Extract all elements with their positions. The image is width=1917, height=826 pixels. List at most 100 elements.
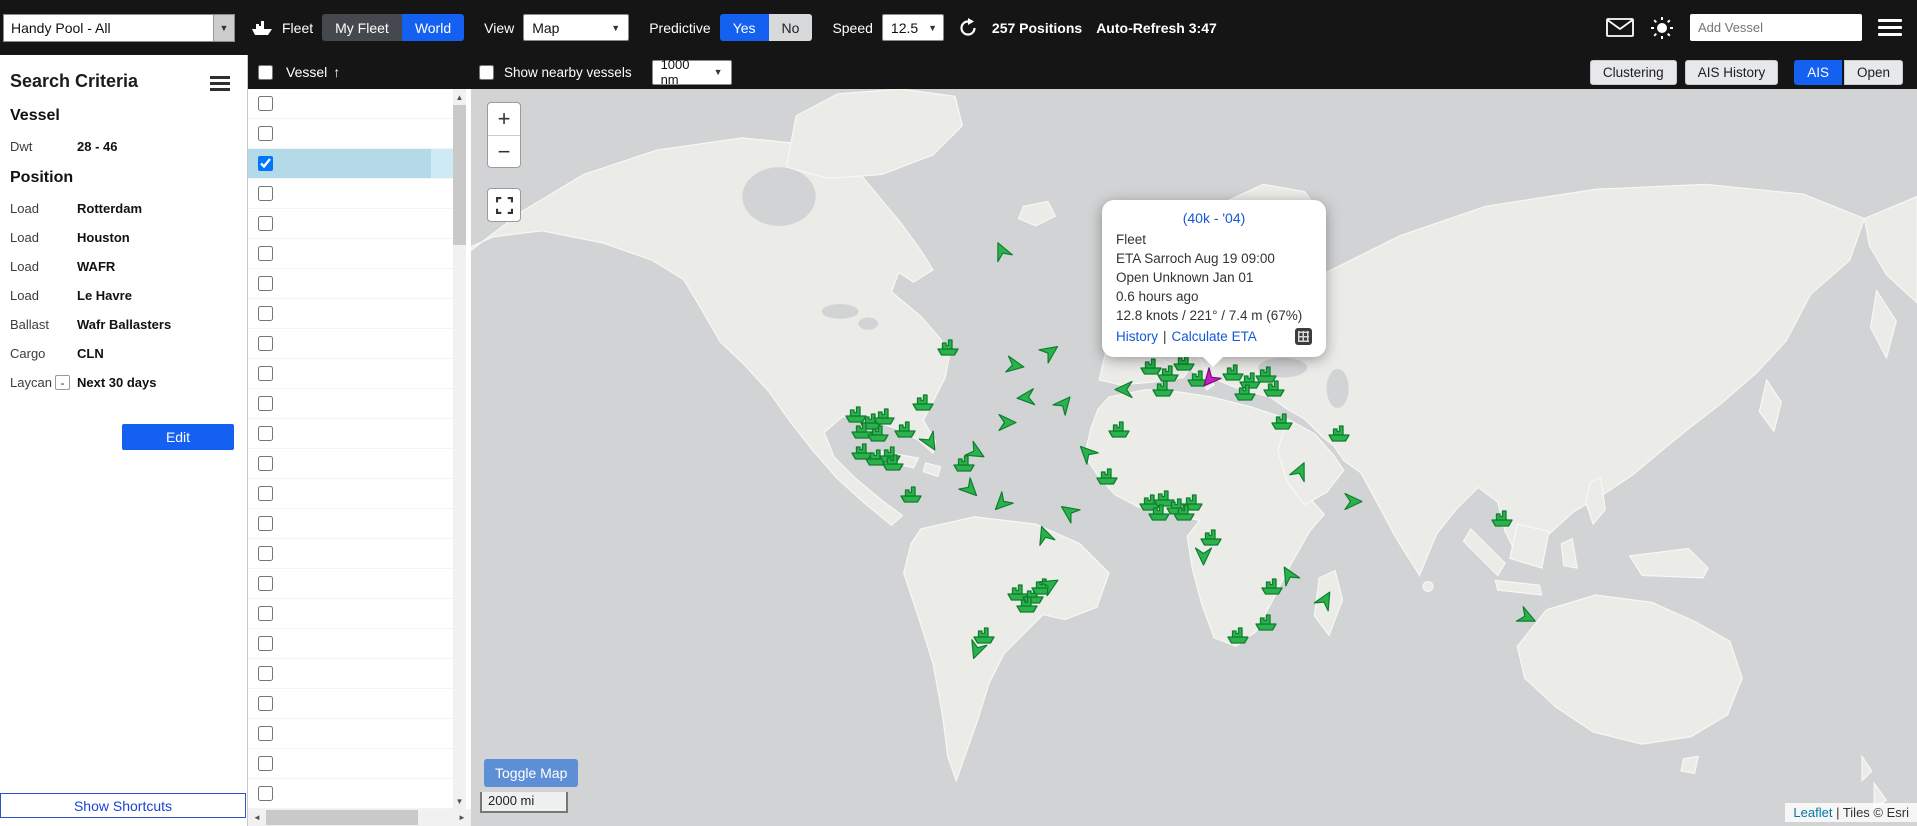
vessel-marker[interactable] <box>894 421 916 443</box>
vessel-marker[interactable] <box>1059 502 1078 526</box>
map-canvas[interactable]: + − (40k - '04) Fleet ETA Sarroch Aug 19… <box>471 89 1917 826</box>
vessel-row[interactable] <box>248 689 453 719</box>
vessel-row-checkbox[interactable] <box>258 156 273 171</box>
vessel-marker[interactable] <box>1108 421 1130 443</box>
vessel-row-checkbox[interactable] <box>258 606 273 621</box>
vessel-row-checkbox[interactable] <box>258 306 273 321</box>
vessel-row-checkbox[interactable] <box>258 216 273 231</box>
vessel-row-checkbox[interactable] <box>258 126 273 141</box>
vessel-marker[interactable] <box>1344 492 1363 516</box>
open-button[interactable]: Open <box>1844 60 1903 85</box>
select-all-checkbox[interactable] <box>258 65 273 80</box>
pool-select-arrow-icon[interactable] <box>213 15 234 41</box>
mail-icon[interactable] <box>1606 18 1634 37</box>
vessel-row-checkbox[interactable] <box>258 426 273 441</box>
vessel-row-checkbox[interactable] <box>258 516 273 531</box>
vessel-row-checkbox[interactable] <box>258 666 273 681</box>
vessel-marker[interactable] <box>992 241 1011 265</box>
vessel-row[interactable] <box>248 389 453 419</box>
menu-icon[interactable] <box>1878 19 1902 36</box>
add-vessel-input[interactable] <box>1690 14 1862 41</box>
my-fleet-button[interactable]: My Fleet <box>322 14 402 41</box>
vessel-marker[interactable] <box>1152 380 1174 402</box>
vessel-marker[interactable] <box>1055 394 1074 418</box>
popup-grid-icon[interactable] <box>1295 328 1312 345</box>
vessel-row[interactable] <box>248 479 453 509</box>
vessel-marker[interactable] <box>1016 388 1035 412</box>
vessel-marker[interactable] <box>1491 510 1513 532</box>
selected-vessel-marker[interactable] <box>1200 370 1219 394</box>
vessel-marker[interactable] <box>1518 608 1537 632</box>
horizontal-scroll-thumb[interactable] <box>266 810 418 825</box>
ais-button[interactable]: AIS <box>1794 60 1842 85</box>
scroll-right-icon[interactable] <box>454 809 470 826</box>
vessel-marker[interactable] <box>967 443 986 467</box>
vessel-marker[interactable] <box>967 641 986 665</box>
view-select[interactable]: Map <box>523 14 629 41</box>
show-shortcuts-button[interactable]: Show Shortcuts <box>0 793 246 818</box>
criteria-menu-icon[interactable] <box>210 76 230 91</box>
vessel-row-checkbox[interactable] <box>258 96 273 111</box>
vessel-row[interactable] <box>248 419 453 449</box>
scroll-up-icon[interactable] <box>453 90 466 104</box>
vessel-marker[interactable] <box>1041 342 1060 366</box>
vessel-row[interactable] <box>248 659 453 689</box>
vessel-row-checkbox[interactable] <box>258 336 273 351</box>
speed-select[interactable]: 12.5 <box>882 14 944 41</box>
vessel-marker[interactable] <box>1291 461 1310 485</box>
vessel-marker[interactable] <box>1263 380 1285 402</box>
vessel-marker[interactable] <box>1328 425 1350 447</box>
vessel-row-checkbox[interactable] <box>258 246 273 261</box>
clustering-button[interactable]: Clustering <box>1590 60 1677 85</box>
fullscreen-button[interactable] <box>487 188 521 222</box>
vertical-scrollbar[interactable] <box>453 89 466 809</box>
predictive-no-button[interactable]: No <box>769 14 813 41</box>
vessel-row-checkbox[interactable] <box>258 636 273 651</box>
vessel-marker[interactable] <box>961 480 980 504</box>
vessel-row[interactable] <box>248 209 453 239</box>
vessel-row[interactable] <box>248 239 453 269</box>
zoom-in-button[interactable]: + <box>488 103 520 135</box>
vessel-marker[interactable] <box>1006 356 1025 380</box>
sort-ascending-icon[interactable]: ↑ <box>333 64 340 80</box>
vessel-marker[interactable] <box>1316 590 1335 614</box>
vessel-row[interactable] <box>248 449 453 479</box>
leaflet-link[interactable]: Leaflet <box>1793 805 1832 820</box>
vessel-row[interactable] <box>248 539 453 569</box>
vessel-row-checkbox[interactable] <box>258 756 273 771</box>
scroll-down-icon[interactable] <box>453 794 466 808</box>
vessel-column-header[interactable]: Vessel <box>286 64 327 80</box>
vessel-marker[interactable] <box>1035 525 1054 549</box>
vessel-row-checkbox[interactable] <box>258 726 273 741</box>
laycan-minus-box[interactable]: - <box>55 375 70 390</box>
vessel-marker[interactable] <box>1016 596 1038 618</box>
vessel-marker[interactable] <box>1096 468 1118 490</box>
pool-select[interactable]: Handy Pool - All <box>3 14 235 42</box>
vessel-row-checkbox[interactable] <box>258 696 273 711</box>
range-select[interactable]: 1000 nm <box>652 60 732 85</box>
vessel-row-checkbox[interactable] <box>258 396 273 411</box>
world-button[interactable]: World <box>402 14 464 41</box>
vessel-marker[interactable] <box>1227 627 1249 649</box>
vessel-marker[interactable] <box>1234 384 1256 406</box>
toggle-map-button[interactable]: Toggle Map <box>484 759 578 787</box>
vessel-marker[interactable] <box>900 486 922 508</box>
edit-button[interactable]: Edit <box>122 424 234 450</box>
horizontal-scrollbar[interactable] <box>248 809 471 826</box>
vessel-row[interactable] <box>248 779 453 809</box>
show-nearby-checkbox[interactable] <box>479 65 494 80</box>
vessel-row-checkbox[interactable] <box>258 546 273 561</box>
vessel-marker[interactable] <box>882 454 904 476</box>
vessel-marker[interactable] <box>1077 443 1096 467</box>
vessel-row[interactable] <box>248 599 453 629</box>
vessel-row-checkbox[interactable] <box>258 486 273 501</box>
vessel-row[interactable] <box>248 749 453 779</box>
vessel-row[interactable] <box>248 89 453 119</box>
history-link[interactable]: History <box>1116 329 1158 344</box>
scroll-left-icon[interactable] <box>249 809 265 826</box>
vessel-marker[interactable] <box>1279 565 1298 589</box>
vessel-row[interactable] <box>248 569 453 599</box>
brightness-icon[interactable] <box>1650 16 1674 40</box>
vessel-marker[interactable] <box>1041 575 1060 599</box>
vessel-row-checkbox[interactable] <box>258 576 273 591</box>
